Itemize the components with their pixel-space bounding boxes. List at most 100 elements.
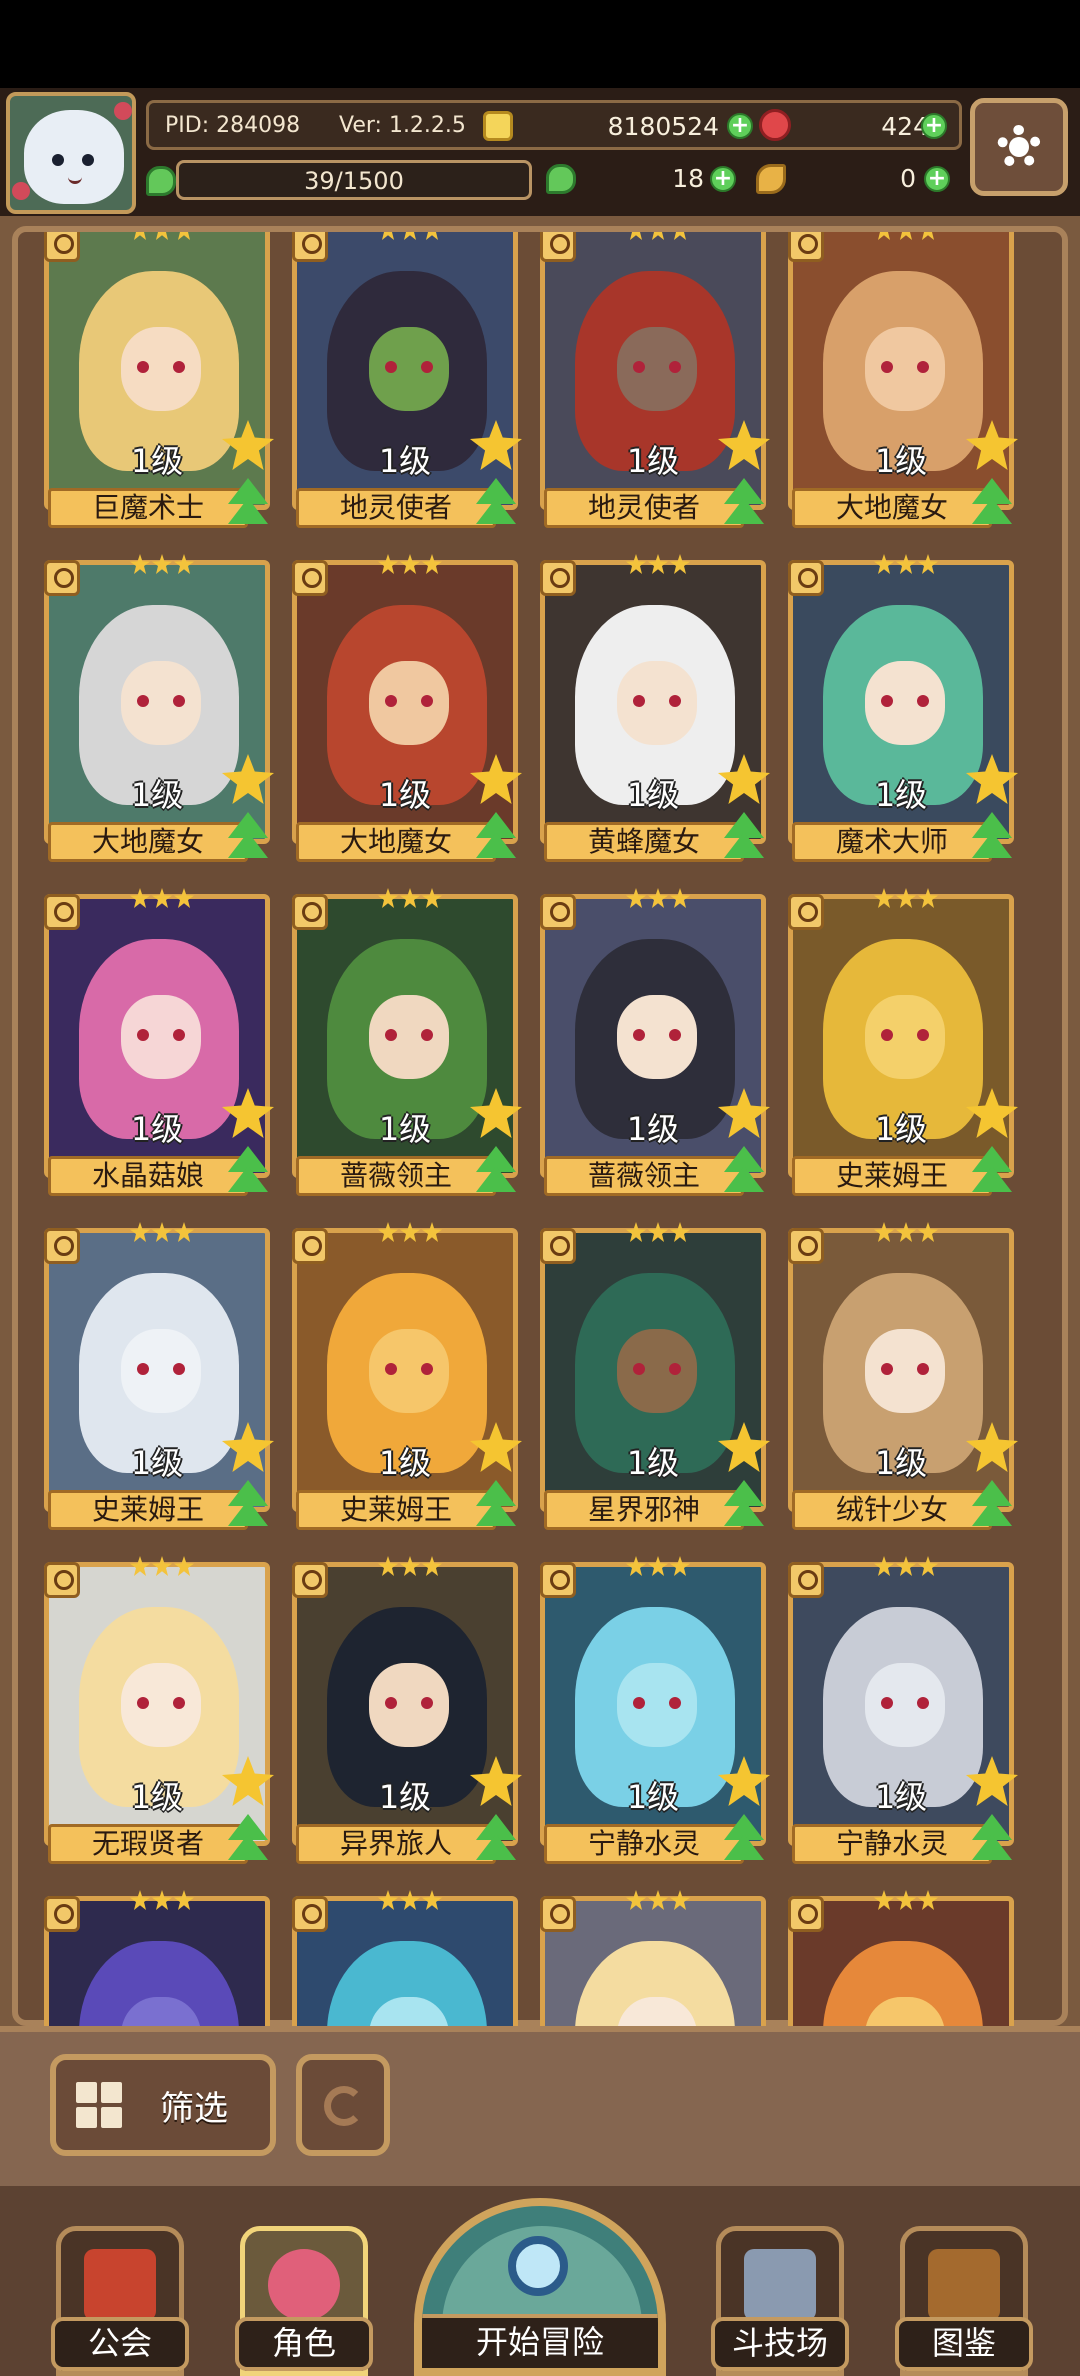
game-version: Ver: 1.2.2.5 [339,113,466,138]
flower-icon [114,102,132,120]
gem-amount: 424 [881,112,929,141]
level-up-arrow-icon[interactable] [966,1814,1018,1864]
nav-guild[interactable]: 公会 [51,2226,189,2376]
energy-bar: 39/1500 [176,160,532,200]
portrait-face [121,1663,201,1747]
element-badge-icon [540,1562,576,1598]
portrait-face [121,661,201,745]
character-card[interactable]: 1级 大地魔女 [292,554,522,862]
filter-button[interactable]: 筛选 [50,2054,276,2156]
character-card[interactable]: 1级 魔术大师 [788,554,1018,862]
character-card[interactable]: 1级 地灵使者 [540,232,770,528]
character-card[interactable]: 1级 星界邪神 [540,1222,770,1530]
add-gold-button[interactable]: + [727,113,753,139]
card-name: 宁静水灵 [544,1824,744,1864]
character-card[interactable]: 1级 史莱姆王 [44,1222,274,1530]
character-card[interactable]: 1级 蔷薇领主 [540,888,770,1196]
character-card[interactable] [292,1890,518,2026]
element-badge-icon [788,1896,824,1932]
settings-button[interactable] [970,98,1068,196]
level-up-arrow-icon[interactable] [222,812,274,862]
level-up-arrow-icon[interactable] [470,1480,522,1530]
level-up-arrow-icon[interactable] [966,478,1018,528]
character-card[interactable] [44,1890,270,2026]
level-up-arrow-icon[interactable] [718,812,770,862]
clover-currency-icon [546,164,576,194]
character-card[interactable]: 1级 绒针少女 [788,1222,1018,1530]
character-card[interactable]: 1级 水晶菇娘 [44,888,274,1196]
element-badge-icon [540,1896,576,1932]
avatar-eye-left [52,154,64,166]
nav-character[interactable]: 角色 [235,2226,373,2376]
rarity-stars [378,888,442,910]
character-card[interactable]: 1级 异界旅人 [292,1556,522,1864]
portrait-eye [633,695,645,707]
refresh-button[interactable] [296,2054,390,2156]
portrait-eye [669,361,681,373]
character-card[interactable]: 1级 史莱姆王 [788,888,1018,1196]
level-up-arrow-icon[interactable] [718,1480,770,1530]
level-up-arrow-icon[interactable] [222,1480,274,1530]
crossed-swords-icon [744,2249,816,2321]
character-card[interactable]: 1级 大地魔女 [44,554,274,862]
add-key-button[interactable]: + [924,166,950,192]
level-up-arrow-icon[interactable] [470,1814,522,1864]
portrait-eye [881,361,893,373]
portrait-eye [173,361,185,373]
element-badge-icon [540,894,576,930]
card-name: 蔷薇领主 [296,1156,496,1196]
portrait-face [369,995,449,1079]
card-name: 宁静水灵 [792,1824,992,1864]
flower-icon [12,182,30,200]
character-card[interactable]: 1级 宁静水灵 [788,1556,1018,1864]
portrait-face [617,995,697,1079]
portrait-eye [917,1697,929,1709]
level-up-arrow-icon[interactable] [966,1146,1018,1196]
character-card[interactable]: 1级 蔷薇领主 [292,888,522,1196]
nav-arena[interactable]: 斗技场 [711,2226,849,2376]
portrait-eye [137,361,149,373]
level-up-arrow-icon[interactable] [966,1480,1018,1530]
character-card[interactable]: 1级 宁静水灵 [540,1556,770,1864]
level-up-arrow-icon[interactable] [222,1814,274,1864]
add-gem-button[interactable]: + [921,113,947,139]
plus-icon: + [730,113,750,138]
rarity-stars [626,232,690,242]
level-up-arrow-icon[interactable] [222,1146,274,1196]
character-card[interactable]: 1级 黄蜂魔女 [540,554,770,862]
portrait-eye [137,1697,149,1709]
character-card[interactable]: 1级 无瑕贤者 [44,1556,274,1864]
portrait-eye [173,1363,185,1375]
level-up-arrow-icon[interactable] [966,812,1018,862]
nav-character-label: 角色 [235,2317,373,2371]
portrait-eye [881,1029,893,1041]
portrait-eye [669,1363,681,1375]
add-clover-button[interactable]: + [710,166,736,192]
portrait-eye [917,1029,929,1041]
character-card[interactable]: 1级 地灵使者 [292,232,522,528]
level-up-arrow-icon[interactable] [718,478,770,528]
element-badge-icon [292,1562,328,1598]
portrait-eye [421,1029,433,1041]
level-up-arrow-icon[interactable] [718,1146,770,1196]
element-badge-icon [44,1562,80,1598]
level-up-arrow-icon[interactable] [470,812,522,862]
character-panel: 1级 巨魔术士 1级 地灵使者 1级 地灵使者 1级 大地魔女 1级 大地魔女 1级 大地魔女 1级 黄蜂… [12,226,1068,2026]
rarity-stars [874,232,938,242]
app-root: PID: 284098 Ver: 1.2.2.5 8180524 + 424 +… [0,0,1080,2376]
level-up-arrow-icon[interactable] [470,478,522,528]
player-avatar[interactable] [6,92,136,214]
character-card[interactable]: 1级 史莱姆王 [292,1222,522,1530]
character-card[interactable] [540,1890,766,2026]
element-badge-icon [540,560,576,596]
character-card[interactable]: 1级 大地魔女 [788,232,1018,528]
nav-codex[interactable]: 图鉴 [895,2226,1033,2376]
level-up-arrow-icon[interactable] [470,1146,522,1196]
level-up-arrow-icon[interactable] [222,478,274,528]
portrait-eye [917,695,929,707]
character-card[interactable]: 1级 巨魔术士 [44,232,274,528]
character-card[interactable] [788,1890,1014,2026]
character-grid[interactable]: 1级 巨魔术士 1级 地灵使者 1级 地灵使者 1级 大地魔女 1级 大地魔女 1级 大地魔女 1级 黄蜂… [36,232,1056,2026]
card-name: 大地魔女 [792,488,992,528]
level-up-arrow-icon[interactable] [718,1814,770,1864]
